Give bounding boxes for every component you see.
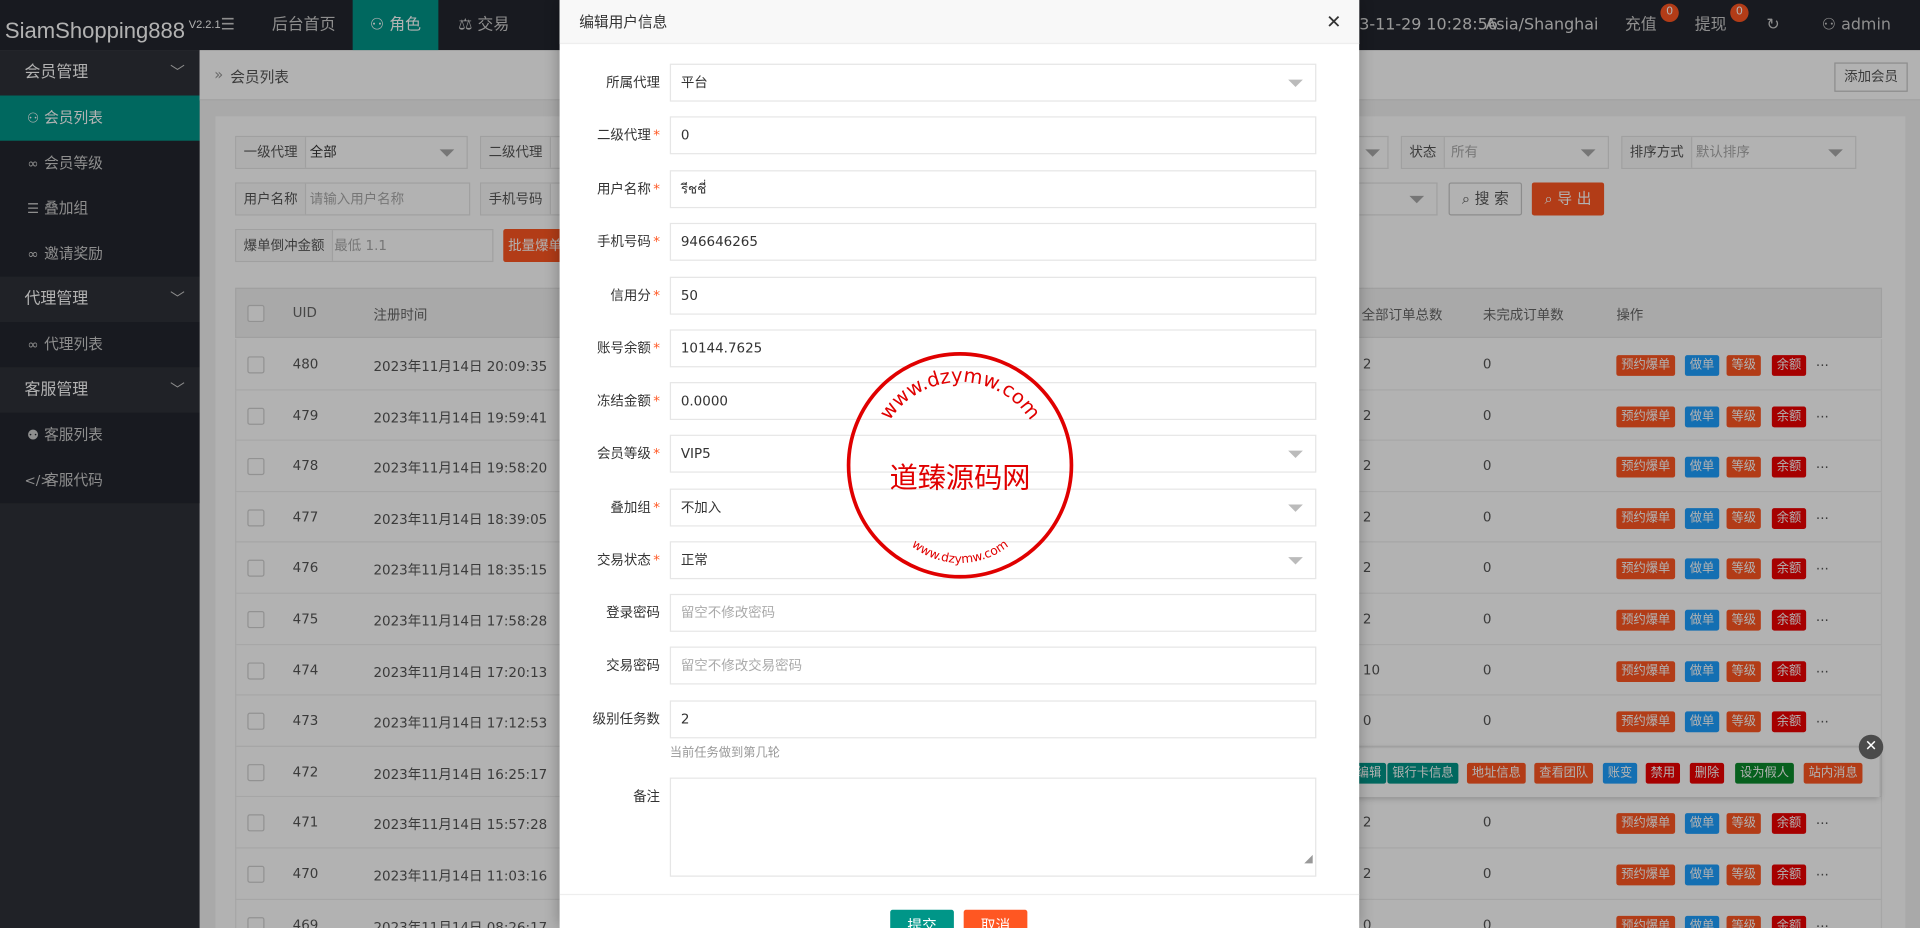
trade-password-placeholder: 留空不修改交易密码: [680, 657, 803, 674]
trade-password-label-text: 交易密码: [606, 657, 661, 674]
cancel-button[interactable]: 取消: [963, 909, 1028, 928]
resize-handle-icon[interactable]: ◢: [1304, 842, 1312, 878]
phone-value: 946646265: [680, 233, 758, 250]
phone-field[interactable]: 946646265: [669, 222, 1317, 261]
frozen-label-text: 冻结金额: [596, 393, 651, 409]
trade-status-label: 交易状态 *: [596, 552, 661, 569]
username-field[interactable]: รีชชี่: [669, 170, 1317, 209]
trade-status-label-text: 交易状态: [596, 552, 651, 569]
sub-agent-label: 二级代理 *: [596, 127, 661, 144]
credit-field[interactable]: 50: [669, 276, 1317, 315]
login-password-label: 登录密码: [560, 594, 660, 632]
chevron-down-icon: [1288, 557, 1303, 565]
username-label: 用户名称 *: [596, 181, 661, 198]
credit-label: 信用分 *: [610, 287, 661, 304]
phone-label: 手机号码 *: [596, 233, 661, 250]
remark-label-text: 备注: [633, 788, 661, 805]
group-label: 叠加组 *: [610, 499, 661, 516]
username-value: รีชชี่: [680, 181, 707, 198]
sub-agent-field[interactable]: 0: [669, 116, 1317, 155]
agent-label: 所属代理: [560, 64, 660, 102]
sub-agent-value: 0: [680, 127, 690, 144]
phone-label-text: 手机号码: [596, 233, 651, 250]
watermark-stamp: www.dzymw.com 道臻源码网 www.dzymw.com: [846, 352, 1074, 579]
level-label: 会员等级 *: [596, 445, 661, 462]
trade-status-value: 正常: [680, 552, 708, 569]
credit-value: 50: [680, 287, 698, 304]
login-password-field[interactable]: 留空不修改密码: [669, 593, 1317, 632]
close-icon[interactable]: ✕: [1326, 11, 1341, 33]
task-count-hint: 当前任务做到第几轮: [669, 746, 781, 761]
username-label-text: 用户名称: [596, 181, 651, 198]
task-count-field[interactable]: 2: [669, 700, 1317, 739]
agent-select[interactable]: 平台: [669, 63, 1317, 102]
balance-label-text: 账号余额: [596, 340, 651, 357]
balance-value: 10144.7625: [680, 340, 763, 357]
chevron-down-icon: [1288, 79, 1303, 87]
frozen-value: 0.0000: [680, 393, 728, 409]
task-count-value: 2: [680, 711, 690, 728]
login-password-label-text: 登录密码: [606, 604, 661, 621]
submit-button[interactable]: 提交: [890, 909, 954, 928]
group-label-text: 叠加组: [610, 499, 651, 516]
trade-password-field[interactable]: 留空不修改交易密码: [669, 646, 1317, 685]
watermark-center-text: 道臻源码网: [890, 461, 1031, 494]
agent-value: 平台: [680, 74, 708, 91]
level-label-text: 会员等级: [596, 445, 651, 462]
sub-agent-label-text: 二级代理: [596, 127, 651, 144]
chevron-down-icon: [1288, 450, 1303, 458]
level-value: VIP5: [680, 445, 711, 462]
login-password-placeholder: 留空不修改密码: [680, 604, 776, 621]
watermark-ring-bottom: www.dzymw.com: [909, 537, 1010, 566]
task-count-label-text: 级别任务数: [592, 711, 661, 728]
modal-title: 编辑用户信息: [559, 0, 1360, 45]
task-count-label: 级别任务数: [560, 700, 660, 738]
modal-footer-divider: [559, 893, 1360, 896]
balance-label: 账号余额 *: [596, 340, 661, 357]
group-value: 不加入: [680, 499, 722, 516]
chevron-down-icon: [1288, 504, 1303, 512]
trade-password-label: 交易密码: [560, 647, 660, 685]
agent-label-text: 所属代理: [606, 74, 661, 91]
remark-textarea[interactable]: ◢: [669, 777, 1317, 878]
frozen-label: 冻结金额 *: [596, 393, 661, 409]
close-icon[interactable]: ✕: [1858, 734, 1884, 760]
credit-label-text: 信用分: [610, 287, 651, 304]
remark-label: 备注: [560, 778, 660, 816]
